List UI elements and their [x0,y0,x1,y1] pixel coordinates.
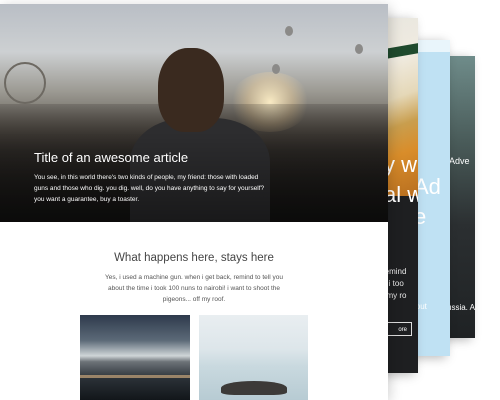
gallery-image-sunset[interactable] [80,315,190,400]
balloon [272,64,280,74]
balloon [355,44,363,54]
section-heading: What happens here, stays here [114,252,274,264]
ferris-wheel [4,62,46,104]
section-text: Yes, i used a machine gun. when i get ba… [105,274,283,303]
hero-image: Title of an awesome article You see, in … [0,4,388,222]
background-card-2[interactable]: Ad e lout [414,40,450,356]
person-head [158,48,224,132]
card-headline: Ad e [414,172,441,232]
rock-island [221,381,287,395]
balloon [285,26,293,36]
main-article-card: Title of an awesome article You see, in … [0,4,388,400]
card-headline-line: y w [384,152,417,177]
card-headline-line: Ad [414,174,441,199]
article-title[interactable]: Title of an awesome article [34,150,188,165]
card-sub-text: ussia. A [447,303,475,312]
horizon-line [80,375,190,378]
card-headline-line: e [414,204,427,229]
gallery-image-rocks[interactable] [199,315,308,400]
card-overlay-text: Adve [449,156,470,166]
card-headline: y w al w [384,150,418,210]
card-top-band [414,40,450,52]
card-headline-line: al w [384,182,418,207]
article-excerpt: You see, in this world there's two kinds… [34,174,265,203]
